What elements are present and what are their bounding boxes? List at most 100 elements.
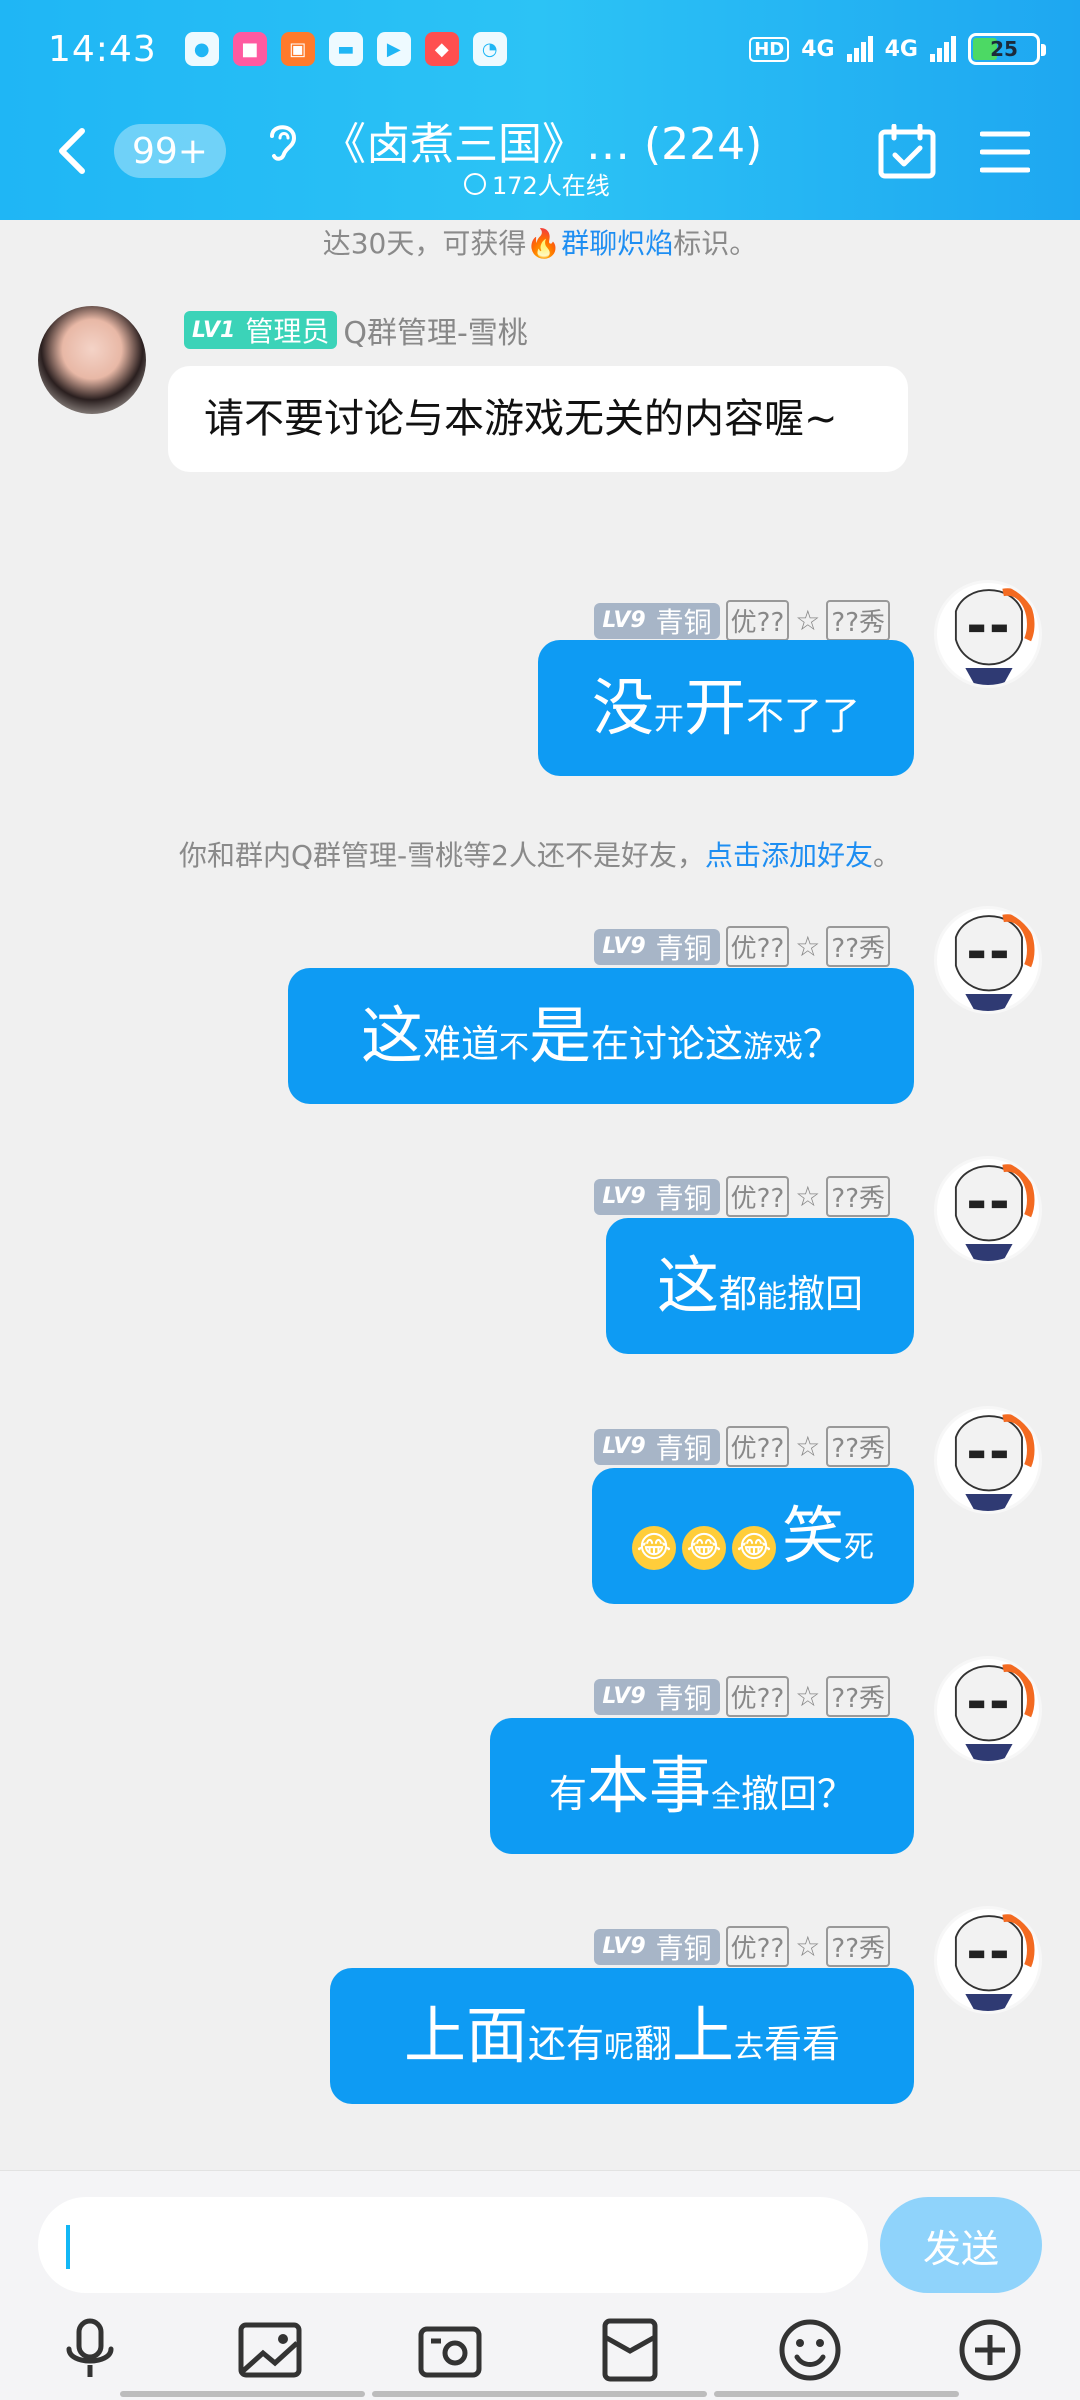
star-icon: ☆: [795, 604, 821, 637]
message-text-fragment: 去: [734, 2030, 765, 2065]
avatar[interactable]: [934, 580, 1042, 688]
online-label: 172人在线: [492, 172, 610, 200]
message-text-fragment: 上面: [403, 1999, 528, 2072]
sender-name[interactable]: Q群管理-雪桃: [343, 308, 527, 352]
message-text-fragment: 不了了: [746, 694, 861, 738]
message-text-fragment: 难道: [422, 1022, 499, 1066]
mic-icon[interactable]: [55, 2315, 125, 2385]
message-text-fragment: 有: [548, 1772, 587, 1816]
title-badge: ??秀: [826, 1676, 890, 1717]
home-indicator: [372, 2391, 707, 2397]
message-bubble[interactable]: 请不要讨论与本游戏无关的内容喔~: [168, 366, 908, 472]
add-friend-link[interactable]: 点击添加好友: [705, 839, 873, 872]
level-badge: LV9 青铜: [594, 1178, 720, 1215]
level-badge: LV9 青铜: [594, 1928, 720, 1965]
red-packet-icon[interactable]: [595, 2315, 665, 2385]
title-badge: 优??: [725, 926, 790, 967]
emoji-icon[interactable]: [775, 2315, 845, 2385]
avatar[interactable]: [934, 906, 1042, 1014]
title-badge: 优??: [725, 1926, 790, 1967]
sender-meta: LV9 青铜 优?? ☆ ??秀: [594, 1676, 890, 1717]
unread-badge[interactable]: 99+: [114, 124, 226, 178]
system-note: 达30天，可获得🔥群聊炽焰标识。: [0, 222, 1080, 262]
chat-area[interactable]: 达30天，可获得🔥群聊炽焰标识。 LV1 管理员 Q群管理-雪桃 请不要讨论与本游…: [0, 220, 1080, 2170]
level-badge: LV9 青铜: [594, 1678, 720, 1715]
status-indicators: HD 4G 4G 25: [749, 33, 1046, 65]
message-text-fragment: 翻: [633, 2022, 672, 2066]
star-icon: ☆: [795, 1930, 821, 1963]
message-bubble[interactable]: 这都能撤回: [606, 1218, 914, 1354]
laughing-emoji-icon: 😂: [731, 1526, 776, 1570]
home-indicator: [714, 2391, 959, 2397]
status-time: 14:43: [48, 28, 157, 70]
image-icon[interactable]: [235, 2315, 305, 2385]
system-note-link[interactable]: 群聊炽焰: [561, 227, 673, 260]
avatar[interactable]: [934, 1406, 1042, 1514]
home-indicator: [120, 2391, 365, 2397]
title-badge: ??秀: [826, 600, 890, 641]
message-text-fragment: 全: [711, 1780, 741, 1815]
signal-icon: [846, 36, 873, 62]
message-text-fragment: 能: [757, 1280, 787, 1315]
message-text-fragment: 撤回: [787, 1272, 864, 1316]
notification-icons: ● ■ ▣ ▬ ▶ ◆ ◔: [184, 32, 507, 66]
friend-note-text: 你和群内Q群管理-雪桃等2人还不是好友，: [179, 839, 705, 872]
online-icon: [464, 172, 486, 195]
message-input[interactable]: [38, 2197, 868, 2293]
signal-icon: [930, 36, 956, 62]
network-label: 4G: [884, 36, 918, 62]
hd-icon: HD: [749, 36, 790, 62]
title-badge: 优??: [725, 600, 790, 641]
avatar[interactable]: [934, 1156, 1042, 1264]
menu-icon[interactable]: [980, 130, 1030, 174]
message-text-fragment: 看看: [764, 2022, 841, 2066]
title-badge: ??秀: [826, 926, 890, 967]
avatar[interactable]: [934, 1656, 1042, 1764]
star-icon: ☆: [795, 1680, 821, 1713]
title-badge: 优??: [725, 1676, 790, 1717]
battery-level: 25: [990, 37, 1018, 61]
input-toolbar: [0, 2315, 1080, 2395]
message-text-fragment: 没: [591, 671, 654, 744]
message-text-fragment: 在讨论这: [591, 1022, 744, 1066]
battery-icon: 25: [968, 33, 1046, 65]
back-icon[interactable]: [52, 126, 92, 176]
send-button[interactable]: 发送: [880, 2197, 1042, 2293]
camera-icon[interactable]: [415, 2315, 485, 2385]
level-badge: LV9 青铜: [594, 928, 720, 965]
title-badge: 优??: [725, 1426, 790, 1467]
calendar-check-icon[interactable]: [878, 124, 936, 180]
ear-icon[interactable]: [258, 116, 304, 166]
sender-meta: LV9 青铜 优?? ☆ ??秀: [594, 1426, 890, 1467]
sender-meta: LV1 管理员 Q群管理-雪桃: [184, 308, 528, 352]
level-badge: LV9 青铜: [594, 1428, 720, 1465]
message-text-fragment: 笑: [781, 1499, 844, 1572]
avatar[interactable]: [934, 1906, 1042, 2014]
friend-note-text: 。: [872, 839, 901, 872]
message-text-fragment: 开: [683, 671, 746, 744]
system-note-text: 达30天，可获得: [322, 227, 527, 260]
app-notification-icon: ◆: [424, 32, 459, 66]
message-text-fragment: 都: [718, 1272, 757, 1316]
message-bubble[interactable]: 没开 开不了了: [538, 640, 914, 776]
plus-icon[interactable]: [955, 2315, 1025, 2385]
online-count: 172人在线: [464, 166, 610, 201]
input-bar: 发送: [0, 2170, 1080, 2400]
message-text-fragment: 这: [360, 999, 423, 1072]
message-text-fragment: 开: [653, 702, 684, 737]
message-bubble[interactable]: 😂 😂 😂 笑死: [592, 1468, 914, 1604]
system-note-text: 标识。: [673, 227, 758, 260]
message-icon: ▬: [328, 32, 363, 66]
level-badge: LV9 青铜: [594, 602, 720, 639]
message-bubble[interactable]: 这难道不是在讨论这 游戏？: [288, 968, 914, 1104]
avatar[interactable]: [38, 306, 146, 414]
text-caret: [66, 2225, 70, 2269]
status-bar: 14:43 ● ■ ▣ ▬ ▶ ◆ ◔ HD 4G 4G 25: [48, 24, 1046, 74]
message-text-fragment: 撤回？: [741, 1772, 856, 1816]
message-text-fragment: 还有: [527, 2022, 604, 2066]
message-bubble[interactable]: 有本事全撤回？: [490, 1718, 914, 1854]
message-bubble[interactable]: 上面 还有呢 翻上去看看: [330, 1968, 914, 2104]
group-title[interactable]: 《卤煮三国》… (224): [322, 108, 762, 172]
star-icon: ☆: [795, 1180, 821, 1213]
level-badge: LV1 管理员: [184, 311, 338, 349]
